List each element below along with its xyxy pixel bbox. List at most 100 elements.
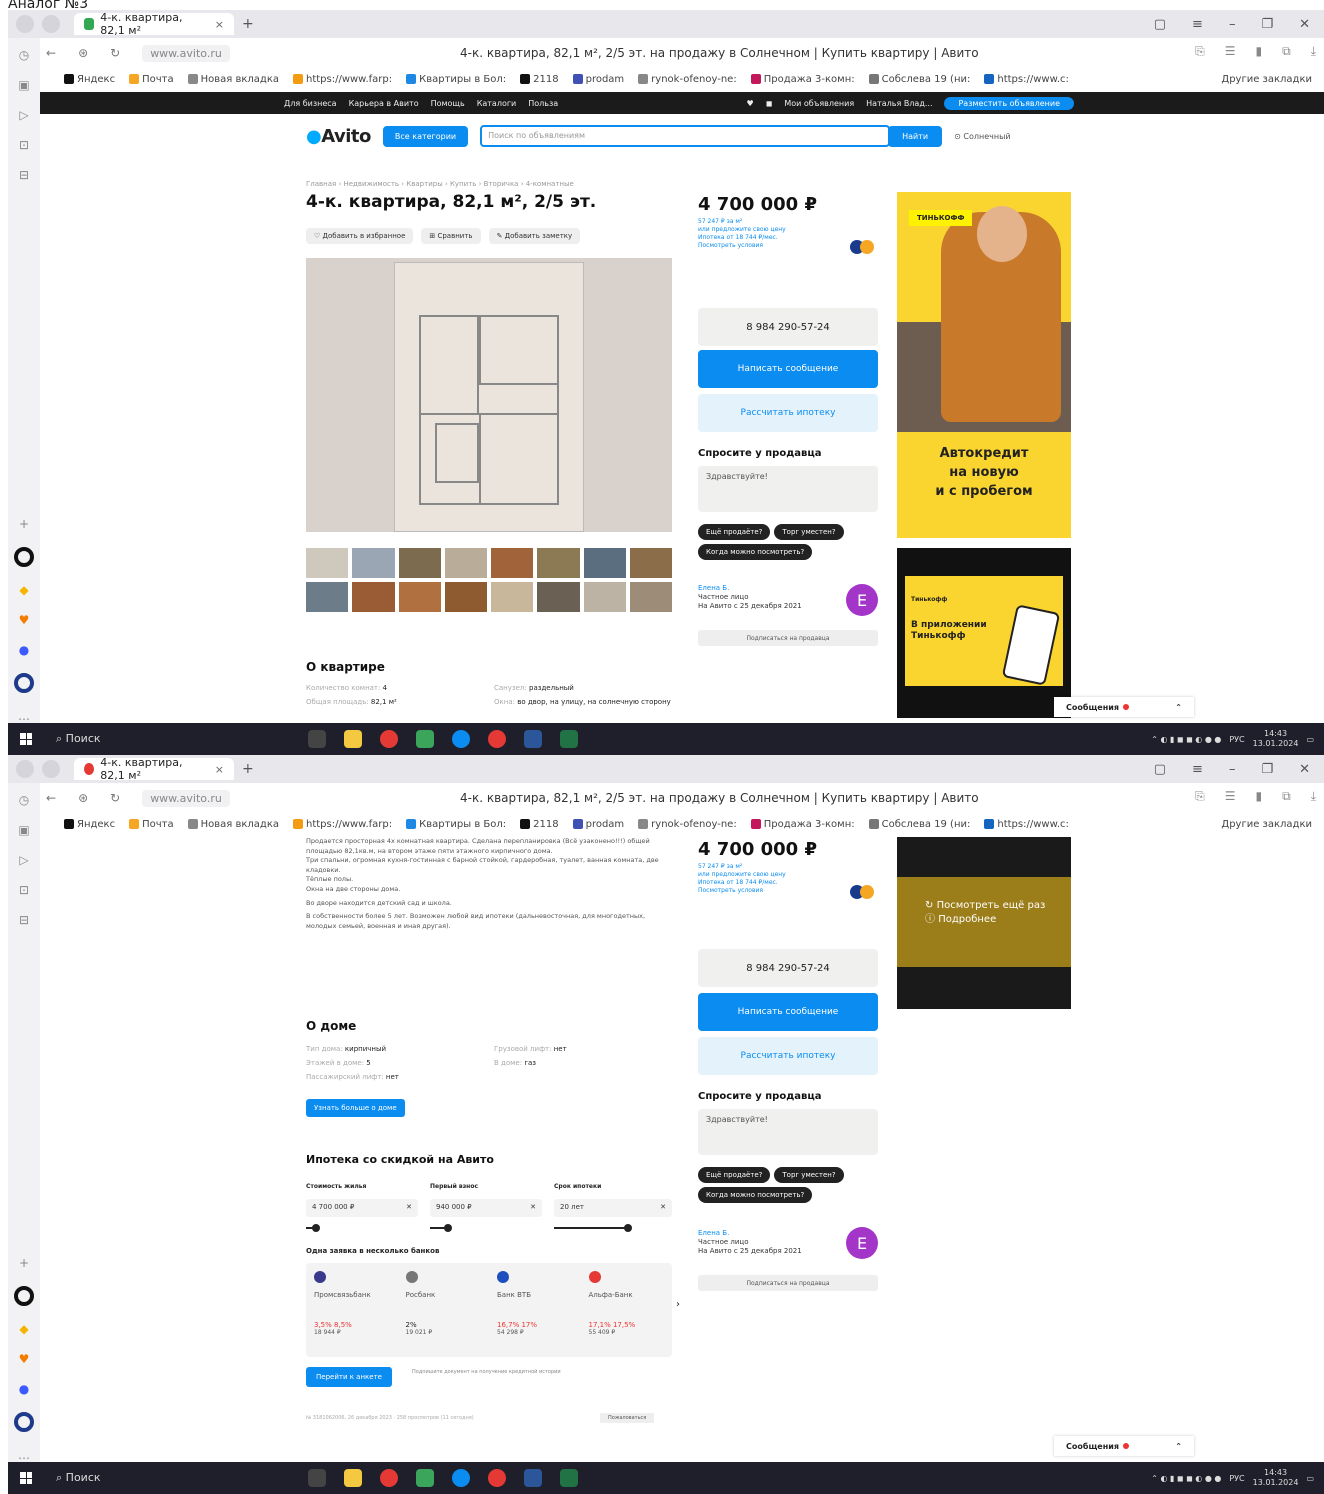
app-icon-1[interactable] bbox=[14, 547, 34, 567]
tab-active[interactable]: 4-к. квартира, 82,1 м² × bbox=[74, 756, 234, 782]
app-icon-3[interactable]: ♥ bbox=[19, 1352, 30, 1366]
download-icon[interactable]: ⤓ bbox=[1311, 44, 1316, 59]
downloads-icon[interactable]: ⊡ bbox=[19, 138, 29, 152]
chip-bargain[interactable]: Торг уместен? bbox=[774, 524, 844, 540]
yandex-icon[interactable] bbox=[488, 1469, 506, 1487]
bookmark-item[interactable]: Собслева 19 (ни: bbox=[868, 819, 970, 830]
ad-tinkoff-autocredit[interactable]: ТИНЬКОФФ Автокредит на новую и с пробего… bbox=[897, 192, 1071, 538]
chip-still-selling[interactable]: Ещё продаёте? bbox=[698, 524, 771, 540]
main-photo-floor-plan[interactable] bbox=[306, 258, 672, 532]
subscribe-seller-button[interactable]: Подписаться на продавца bbox=[698, 1275, 878, 1291]
bookmark-item[interactable]: Собслева 19 (ни: bbox=[868, 74, 970, 85]
nav-benefit[interactable]: Польза bbox=[528, 99, 558, 108]
excel-icon[interactable] bbox=[560, 1469, 578, 1487]
bookmark-item[interactable]: https://www.c: bbox=[984, 74, 1069, 85]
bookmark-item[interactable]: rynok-ofenoy-ne: bbox=[638, 74, 737, 85]
post-ad-button[interactable]: Разместить объявление bbox=[944, 96, 1074, 110]
chevron-up-icon[interactable]: ⌃ bbox=[1175, 703, 1182, 712]
tabs-icon[interactable] bbox=[42, 760, 60, 778]
thumbnail[interactable] bbox=[629, 548, 672, 578]
payment-slider[interactable] bbox=[430, 1224, 452, 1232]
minimize-icon[interactable]: – bbox=[1229, 17, 1236, 32]
property-price-input[interactable]: 4 700 000 ₽ ✕ bbox=[306, 1199, 418, 1217]
minimize-icon[interactable]: – bbox=[1229, 762, 1236, 777]
calc-mortgage-button[interactable]: Рассчитать ипотеку bbox=[698, 394, 878, 432]
app-icon-4[interactable]: ● bbox=[19, 1382, 29, 1396]
app-icon[interactable] bbox=[416, 730, 434, 748]
phone-button[interactable]: 8 984 290-57-24 bbox=[698, 308, 878, 346]
bookmark-item[interactable]: Новая вкладка bbox=[187, 74, 279, 85]
explorer-icon[interactable] bbox=[344, 1469, 362, 1487]
edge-icon[interactable] bbox=[452, 730, 470, 748]
share-icon[interactable]: ⎘ bbox=[1195, 44, 1205, 59]
thumbnail[interactable] bbox=[537, 582, 580, 612]
offer-price-link[interactable]: или предложите свою цену bbox=[698, 226, 786, 234]
word-icon[interactable] bbox=[524, 1469, 542, 1487]
cart-icon[interactable]: ◼ bbox=[766, 99, 773, 108]
clock[interactable]: 14:43 13.01.2024 bbox=[1253, 1468, 1299, 1488]
thumbnail[interactable] bbox=[537, 548, 580, 578]
chip-when-view[interactable]: Когда можно посмотреть? bbox=[698, 1187, 813, 1203]
user-link[interactable]: Наталья Влад... bbox=[866, 99, 932, 108]
yandex-icon[interactable] bbox=[488, 730, 506, 748]
play-icon[interactable]: ▷ bbox=[19, 853, 28, 867]
other-bookmarks[interactable]: Другие закладки bbox=[1221, 819, 1312, 830]
tab-icon[interactable]: ▣ bbox=[18, 823, 29, 837]
download-icon[interactable]: ⤓ bbox=[1311, 789, 1316, 804]
app-icon-5[interactable] bbox=[14, 673, 34, 693]
bookmark-icon[interactable]: ▮ bbox=[1256, 789, 1263, 804]
write-message-button[interactable]: Написать сообщение bbox=[698, 350, 878, 388]
location-link[interactable]: ⊙ Солнечный bbox=[954, 132, 1010, 141]
tab-close-icon[interactable]: × bbox=[215, 763, 224, 776]
favorites-icon[interactable]: ♥ bbox=[747, 99, 754, 108]
subscribe-seller-button[interactable]: Подписаться на продавца bbox=[698, 630, 878, 646]
add-note-button[interactable]: ✎ Добавить заметку bbox=[488, 228, 581, 244]
reader-icon[interactable]: ☰ bbox=[1225, 789, 1236, 804]
history-icon[interactable]: ◷ bbox=[19, 793, 29, 807]
nav-business[interactable]: Для бизнеса bbox=[284, 99, 337, 108]
thumbnail[interactable] bbox=[306, 548, 349, 578]
more-icon[interactable]: … bbox=[18, 1448, 30, 1462]
bookmark-item[interactable]: https://www.farp: bbox=[292, 74, 392, 85]
app-icon-4[interactable]: ● bbox=[19, 643, 29, 657]
go-to-form-button[interactable]: Перейти к анкете bbox=[306, 1367, 392, 1387]
bookmark-item[interactable]: 2118 bbox=[520, 74, 559, 85]
menu-icon[interactable]: ≡ bbox=[1192, 17, 1203, 32]
app-icon-2[interactable]: ◆ bbox=[19, 1322, 28, 1336]
bank-card[interactable]: Росбанк 2% 19 021 ₽ bbox=[398, 1263, 490, 1357]
bookmark-icon[interactable]: ▮ bbox=[1256, 44, 1263, 59]
task-view-icon[interactable] bbox=[308, 1469, 326, 1487]
url-field[interactable]: www.avito.ru bbox=[142, 789, 230, 807]
history-icon[interactable]: ◷ bbox=[19, 48, 29, 62]
windows-start-icon[interactable] bbox=[20, 1472, 32, 1484]
excel-icon[interactable] bbox=[560, 730, 578, 748]
clear-icon[interactable]: ✕ bbox=[660, 1203, 666, 1213]
house-more-button[interactable]: Узнать больше о доме bbox=[306, 1099, 405, 1117]
my-ads-link[interactable]: Мои объявления bbox=[784, 99, 854, 108]
seller-name[interactable]: Елена Б. bbox=[698, 1229, 802, 1238]
down-payment-input[interactable]: 940 000 ₽ ✕ bbox=[430, 1199, 542, 1217]
bookmark-item[interactable]: Яндекс bbox=[64, 74, 115, 85]
thumbnail[interactable] bbox=[583, 548, 626, 578]
thumbnail[interactable] bbox=[583, 582, 626, 612]
yandex-icon[interactable]: ⊛ bbox=[78, 791, 88, 805]
profile-icon[interactable] bbox=[16, 760, 34, 778]
bookmark-bar-icon[interactable]: ▢ bbox=[1154, 17, 1166, 32]
screenshot-icon[interactable]: ⊟ bbox=[19, 913, 29, 927]
word-icon[interactable] bbox=[524, 730, 542, 748]
see-terms-link[interactable]: Посмотреть условия bbox=[698, 887, 786, 895]
edge-icon[interactable] bbox=[452, 1469, 470, 1487]
profile-icon[interactable] bbox=[16, 15, 34, 33]
write-message-button[interactable]: Написать сообщение bbox=[698, 993, 878, 1031]
bookmark-item[interactable]: prodam bbox=[572, 819, 624, 830]
notifications-icon[interactable]: ▭ bbox=[1306, 735, 1314, 744]
collections-icon[interactable]: ⧉ bbox=[1282, 44, 1291, 59]
thumbnail[interactable] bbox=[398, 548, 441, 578]
ad-tinkoff-app[interactable]: Тинькофф В приложении Тинькофф bbox=[897, 548, 1071, 718]
price-slider[interactable] bbox=[306, 1224, 320, 1232]
bookmark-item[interactable]: prodam bbox=[572, 74, 624, 85]
reload-icon[interactable]: ↻ bbox=[110, 46, 120, 60]
thumbnail[interactable] bbox=[398, 582, 441, 612]
bank-card[interactable]: Альфа-Банк 17,1% 17,5% 55 409 ₽ bbox=[581, 1263, 673, 1357]
thumbnail[interactable] bbox=[491, 548, 534, 578]
